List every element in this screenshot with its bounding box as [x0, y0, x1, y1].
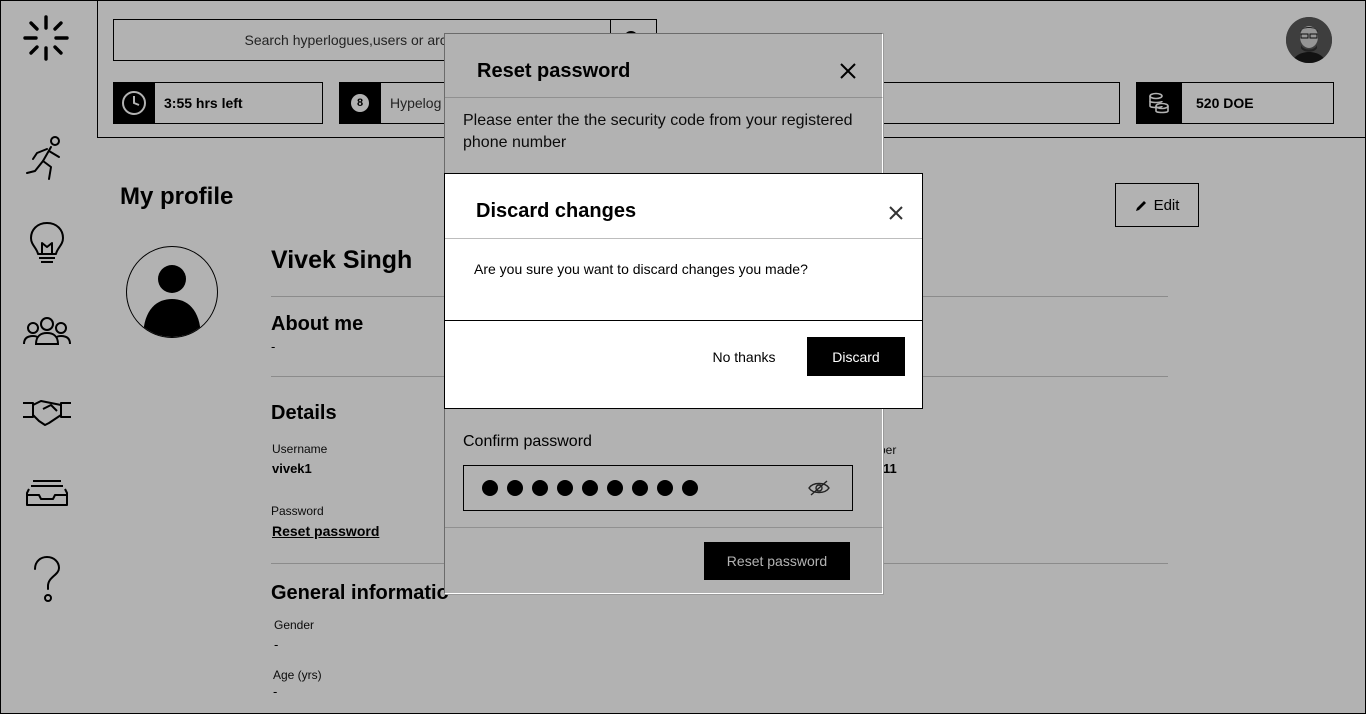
close-icon[interactable] [888, 205, 904, 221]
discard-changes-dialog: Discard changes Are you sure you want to… [444, 173, 923, 409]
divider [445, 320, 922, 321]
discard-dialog-title: Discard changes [476, 200, 637, 222]
discard-dialog-header: Discard changes [445, 174, 922, 239]
discard-button[interactable]: Discard [807, 337, 905, 376]
discard-dialog-message: Are you sure you want to discard changes… [474, 261, 808, 277]
no-thanks-button[interactable]: No thanks [696, 342, 792, 372]
